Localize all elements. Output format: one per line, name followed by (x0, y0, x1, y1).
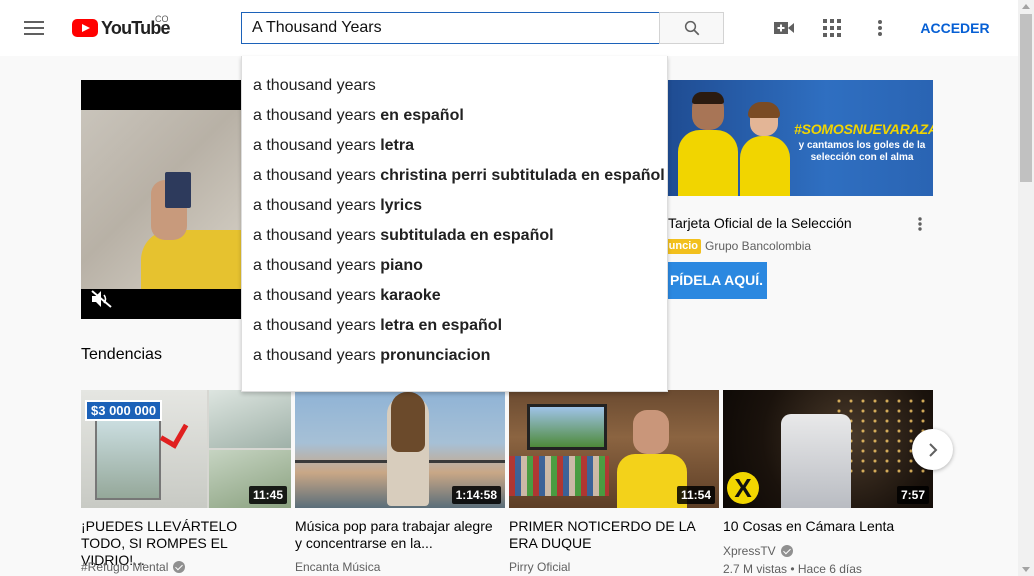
suggestion-typed-text: a thousand years (253, 77, 376, 94)
ad-more-vert-icon[interactable] (910, 214, 930, 234)
suggestion-completion: lyrics (380, 197, 423, 214)
suggestion-completion: letra en español (380, 317, 503, 334)
video-channel[interactable]: Pirry Oficial (509, 560, 570, 574)
suggestion-completion: karaoke (380, 287, 441, 304)
search-suggestion[interactable]: a thousand years letra en español (242, 311, 667, 341)
suggestion-typed-text: a thousand years (253, 137, 381, 154)
suggestion-typed-text: a thousand years (253, 287, 381, 304)
page-scrollbar[interactable] (1018, 0, 1034, 576)
scroll-down-arrow-icon[interactable] (1022, 567, 1030, 572)
search-suggestion[interactable]: a thousand years lyrics (242, 191, 667, 221)
chevron-right-icon (928, 442, 937, 457)
ad-badge: uncio (666, 239, 701, 254)
video-channel[interactable]: #Refugio Mental (81, 560, 186, 574)
search-icon (684, 20, 699, 36)
search-suggestion[interactable]: a thousand years letra (242, 131, 667, 161)
menu-icon[interactable] (24, 20, 46, 36)
ad-banner-text: y cantamos los goles de la selección con… (798, 140, 926, 163)
video-channel-name: Encanta Música (295, 560, 381, 574)
suggestion-typed-text: a thousand years (253, 107, 381, 124)
country-code: CO (155, 14, 169, 24)
search-suggestion[interactable]: a thousand years christina perri subtitu… (242, 161, 667, 191)
video-duration: 11:45 (248, 486, 287, 504)
suggestion-typed-text: a thousand years (253, 167, 381, 184)
ad-cta-button[interactable]: PÍDELA AQUÍ. (666, 262, 767, 299)
video-title[interactable]: Música pop para trabajar alegre y concen… (295, 518, 495, 552)
ad-channel[interactable]: Grupo Bancolombia (705, 239, 811, 254)
featured-video-frame (81, 110, 243, 289)
search-suggestion[interactable]: a thousand years (242, 71, 667, 101)
thumbnail-text: $3 000 000 (85, 400, 163, 421)
search-box (241, 12, 660, 44)
scroll-up-arrow-icon[interactable] (1022, 4, 1030, 9)
section-title-trending[interactable]: Tendencias (81, 346, 162, 364)
ad-hashtag: #SOMOSNUEVARAZA (794, 121, 933, 137)
suggestion-typed-text: a thousand years (253, 347, 381, 364)
suggestion-typed-text: a thousand years (253, 197, 381, 214)
search-suggestions: a thousand years a thousand years en espa… (241, 56, 668, 392)
verified-badge-icon (173, 561, 186, 573)
more-vert-icon[interactable] (868, 16, 892, 40)
suggestion-typed-text: a thousand years (253, 227, 381, 244)
thumbnail-text: X (727, 472, 759, 504)
shelf-next-button[interactable] (912, 429, 953, 470)
masthead: YouTube CO ACCEDER (0, 0, 1018, 56)
video-title[interactable]: PRIMER NOTICERDO DE LA ERA DUQUE (509, 518, 709, 552)
verified-badge-icon (780, 545, 793, 557)
video-thumbnail[interactable]: 1:14:58 (295, 390, 505, 508)
suggestion-completion: pronunciacion (380, 347, 491, 364)
video-duration: 11:54 (676, 486, 715, 504)
apps-grid-icon[interactable] (820, 16, 844, 40)
search-suggestion[interactable]: a thousand years karaoke (242, 281, 667, 311)
video-channel-name: Pirry Oficial (509, 560, 571, 574)
suggestion-completion: letra (380, 137, 414, 154)
video-thumbnail[interactable]: X 7:57 (723, 390, 933, 508)
search-suggestion[interactable]: a thousand years piano (242, 251, 667, 281)
search-suggestion[interactable]: a thousand years subtitulada en español (242, 221, 667, 251)
video-channel[interactable]: Encanta Música (295, 560, 380, 574)
suggestion-typed-text: a thousand years (253, 317, 381, 334)
video-channel[interactable]: XpressTV (723, 544, 793, 558)
scroll-thumb[interactable] (1020, 14, 1032, 182)
video-thumbnail[interactable]: 11:54 (509, 390, 719, 508)
suggestion-completion: christina perri subtitulada en español (380, 167, 665, 184)
search-suggestion[interactable]: a thousand years en español (242, 101, 667, 131)
featured-video-player[interactable] (81, 80, 243, 319)
search-suggestion[interactable]: a thousand years pronunciacion (242, 341, 667, 371)
suggestion-typed-text: a thousand years (253, 257, 381, 274)
video-camera-icon[interactable] (772, 16, 796, 40)
video-duration: 1:14:58 (451, 486, 501, 504)
video-channel-name: #Refugio Mental (81, 560, 169, 574)
video-duration: 7:57 (896, 486, 929, 504)
suggestion-completion: subtitulada en español (380, 227, 554, 244)
suggestion-completion: en español (380, 107, 464, 124)
suggestion-completion: piano (380, 257, 423, 274)
ad-banner[interactable]: #SOMOSNUEVARAZA y cantamos los goles de … (666, 80, 933, 196)
ad-title[interactable]: Tarjeta Oficial de la Selección (668, 215, 852, 231)
search-input[interactable] (242, 13, 659, 43)
video-channel-name: XpressTV (723, 544, 776, 558)
search-button[interactable] (659, 12, 724, 44)
video-thumbnail[interactable]: $3 000 000 11:45 (81, 390, 291, 508)
video-meta: 2.7 M vistas • Hace 6 días (723, 562, 862, 576)
video-title[interactable]: 10 Cosas en Cámara Lenta (723, 518, 923, 535)
mute-icon[interactable] (91, 290, 113, 308)
youtube-play-icon (72, 19, 98, 37)
signin-button[interactable]: ACCEDER (914, 17, 996, 39)
